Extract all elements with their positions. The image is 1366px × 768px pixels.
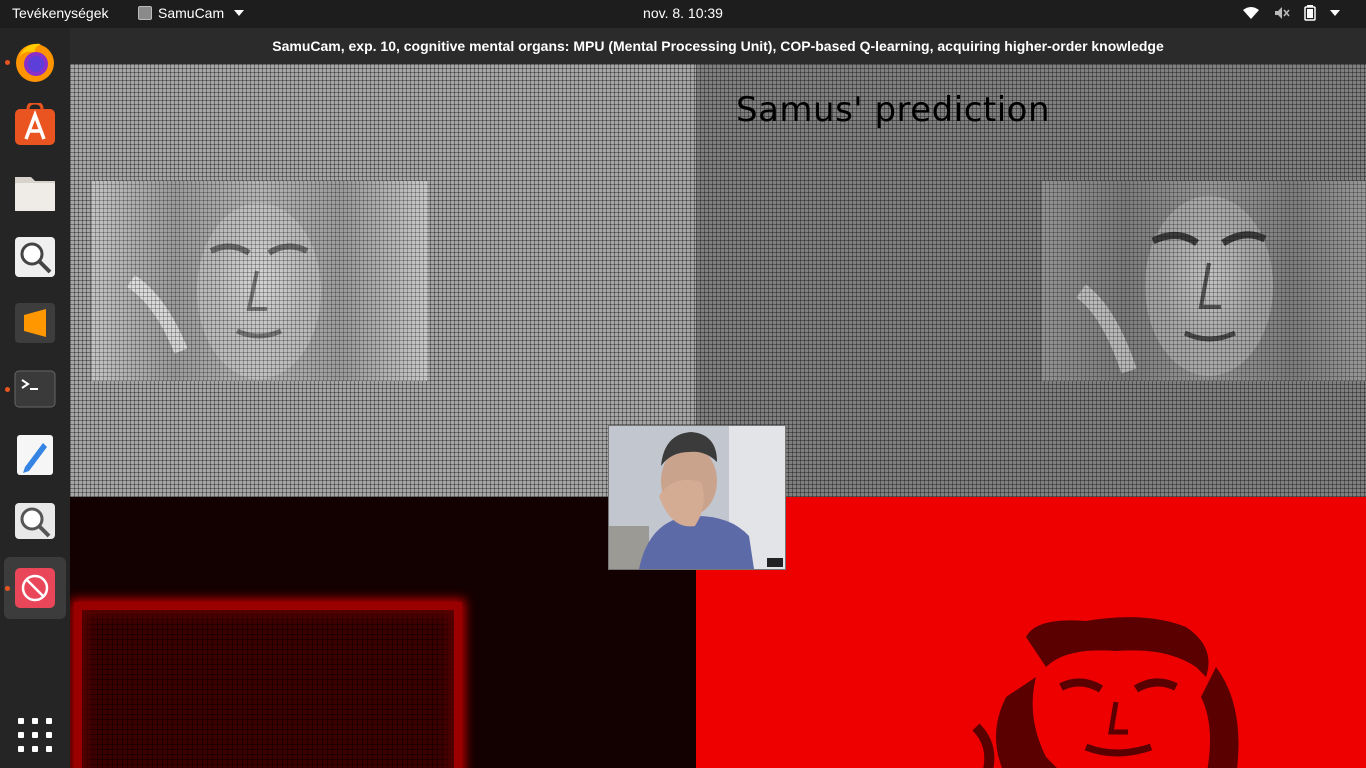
top-bar: Tevékenységek SamuCam nov. 8. 10:39 [0, 0, 1366, 28]
volume-muted-icon[interactable] [1274, 6, 1290, 20]
prediction-panel: Samus' prediction [696, 64, 1366, 497]
system-tray[interactable] [1242, 5, 1340, 21]
dock-item-files[interactable] [4, 160, 66, 222]
files-icon [15, 177, 55, 211]
battery-icon[interactable] [1304, 5, 1316, 21]
heatmap-panel [70, 497, 696, 768]
binary-face-image [972, 617, 1239, 768]
input-image-panel [70, 64, 696, 497]
firefox-icon [16, 43, 54, 82]
window-title-bar[interactable]: SamuCam, exp. 10, cognitive mental organ… [70, 28, 1366, 64]
dock-item-samucam[interactable] [4, 557, 66, 619]
activities-button[interactable]: Tevékenységek [12, 5, 109, 21]
dock-item-terminal[interactable] [4, 358, 66, 420]
dock [0, 28, 70, 768]
show-applications-icon[interactable] [18, 718, 52, 752]
webcam-person-image [609, 426, 785, 569]
input-face-image [91, 181, 427, 381]
dock-item-firefox[interactable] [4, 31, 66, 93]
dock-item-text-editor[interactable] [4, 424, 66, 486]
binary-face-panel [696, 497, 1366, 768]
text-editor-icon [17, 435, 53, 475]
window-title: SamuCam, exp. 10, cognitive mental organ… [272, 38, 1164, 54]
dock-item-software[interactable] [4, 94, 66, 156]
app-menu-label: SamuCam [158, 5, 225, 21]
running-indicator [5, 387, 10, 392]
image-viewer-icon [15, 503, 55, 539]
samucam-canvas: Samus' prediction [70, 64, 1366, 768]
running-indicator [5, 586, 10, 591]
red-heatmap-image [74, 602, 462, 768]
running-indicator [5, 60, 10, 65]
terminal-icon [14, 370, 56, 408]
dock-item-sublime[interactable] [4, 292, 66, 354]
wifi-icon[interactable] [1242, 6, 1260, 20]
software-center-icon [15, 103, 55, 145]
app-menu[interactable]: SamuCam [138, 5, 245, 21]
predicted-face-image [1041, 181, 1366, 381]
dock-item-magnifier[interactable] [4, 226, 66, 288]
magnifier-icon [15, 237, 55, 277]
clock[interactable]: nov. 8. 10:39 [643, 5, 723, 21]
system-menu-caret-icon[interactable] [1330, 9, 1340, 17]
webcam-preview [608, 425, 786, 570]
caret-down-icon [234, 10, 245, 16]
prediction-label: Samus' prediction [736, 90, 1051, 130]
sublime-text-icon [15, 303, 55, 343]
samucam-app-icon [138, 6, 152, 20]
samucam-icon [15, 568, 55, 608]
dock-item-image-viewer[interactable] [4, 490, 66, 552]
